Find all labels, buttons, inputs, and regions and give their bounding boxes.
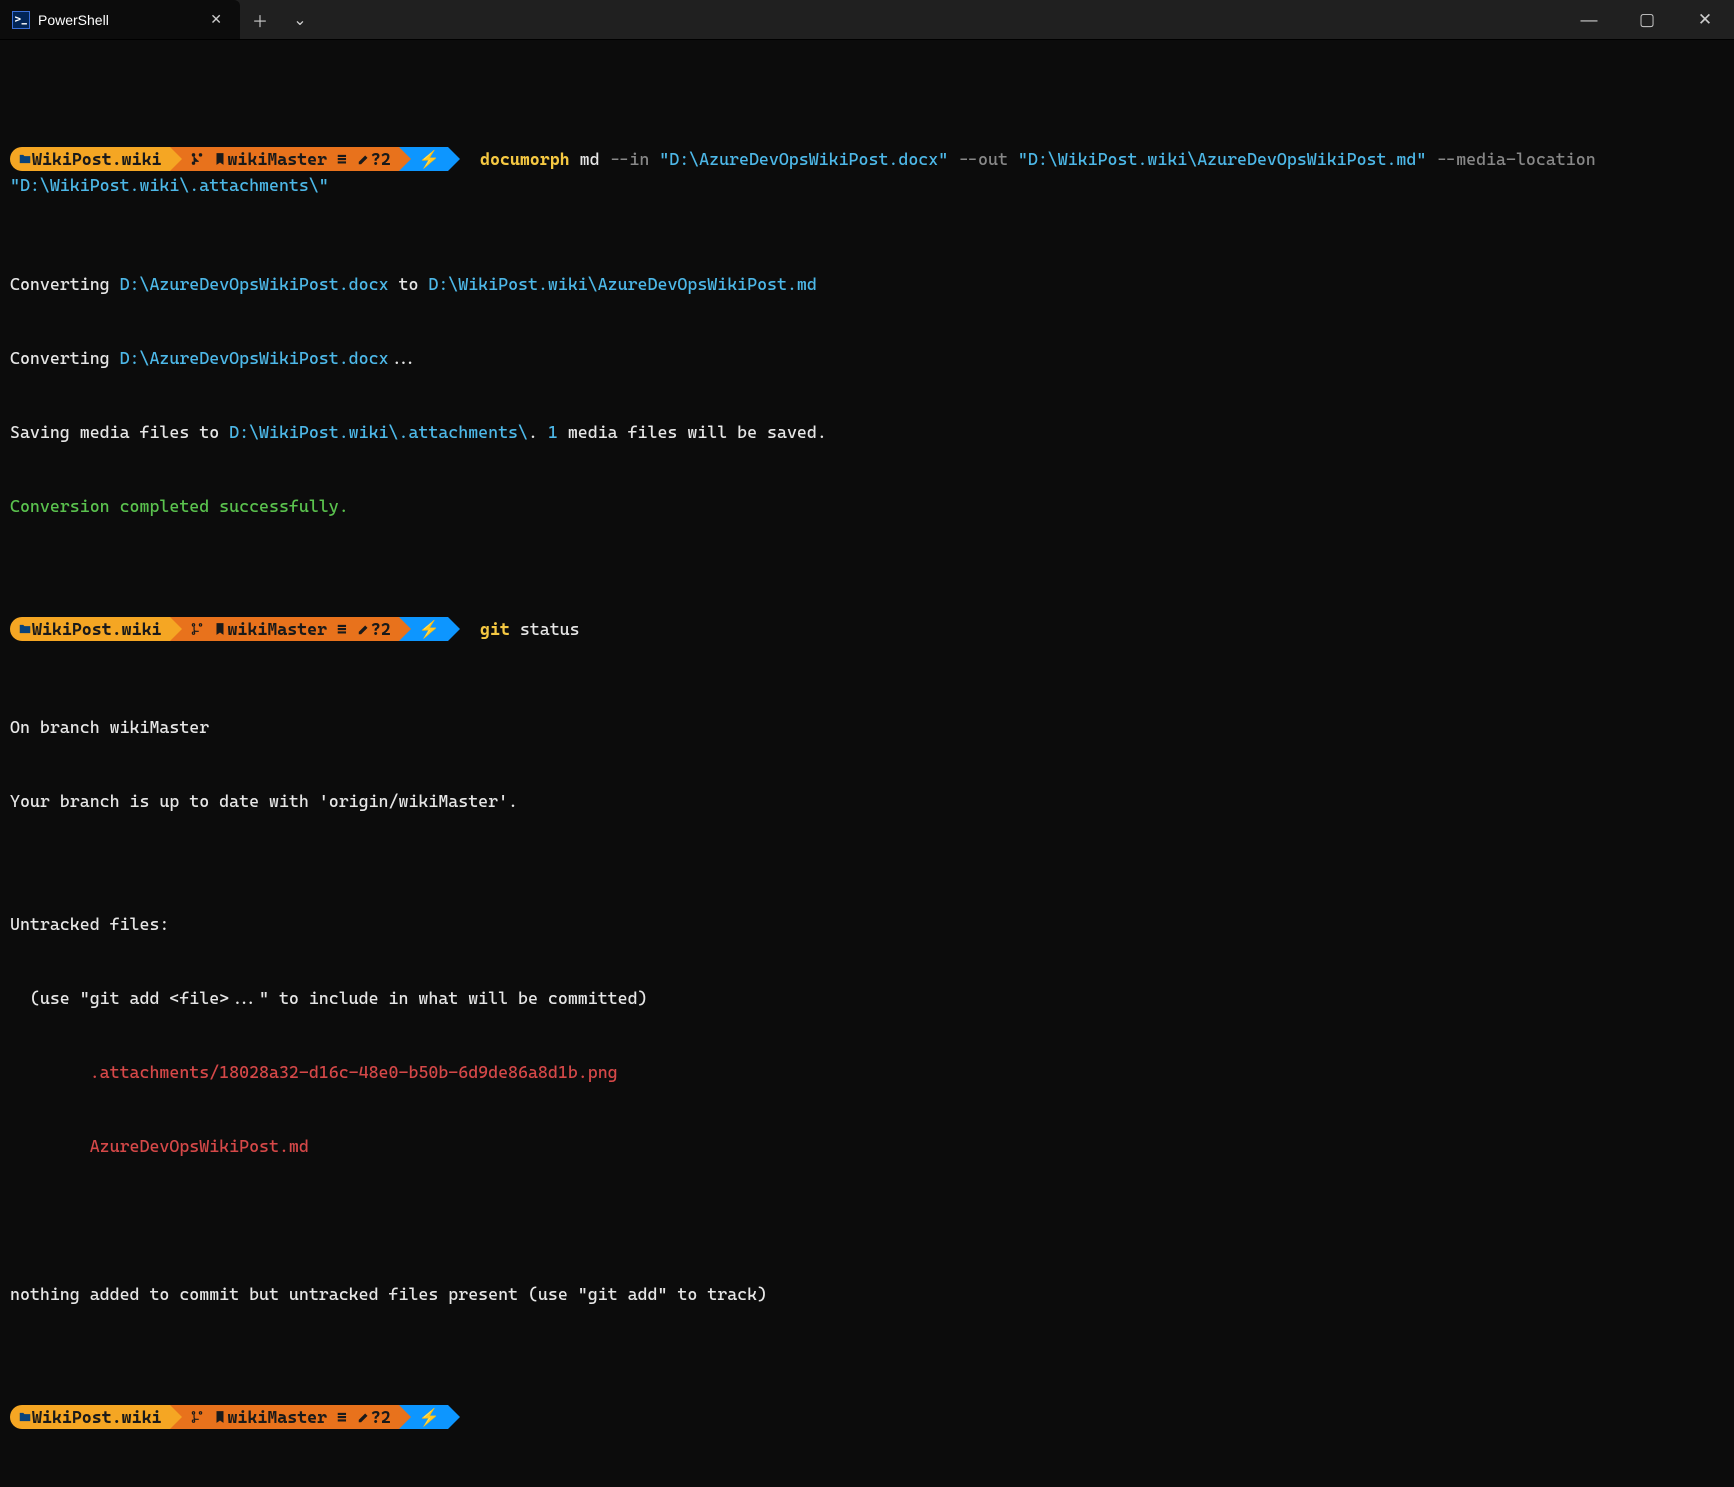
chevron-right-icon xyxy=(448,147,460,171)
lightning-icon: ⚡ xyxy=(419,1405,440,1430)
folder-icon xyxy=(18,1410,32,1424)
bookmark-icon xyxy=(213,1410,227,1424)
prompt-branch-segment: wikiMaster ≡ ?2 xyxy=(182,147,399,171)
git-branch-icon xyxy=(190,152,204,166)
powershell-icon: >_ xyxy=(12,11,30,29)
cmd-arg-in: "D:\AzureDevOpsWikiPost.docx" xyxy=(659,147,948,172)
output-success: Conversion completed successfully. xyxy=(10,494,1724,519)
titlebar: >_ PowerShell ✕ ＋ ⌄ — ▢ ✕ xyxy=(0,0,1734,40)
minimize-button[interactable]: — xyxy=(1560,0,1618,39)
prompt-branch-segment: wikiMaster ≡ ?2 xyxy=(182,617,399,641)
chevron-right-icon xyxy=(448,617,460,641)
cmd-flag-out: --out xyxy=(948,147,1018,172)
untracked-file: .attachments/18028a32-d16c-48e0-b50b-6d9… xyxy=(10,1060,1724,1085)
output-line: Converting D:\AzureDevOpsWikiPost.docx..… xyxy=(10,346,1724,371)
prompt-branch: wikiMaster xyxy=(227,147,327,172)
prompt-path-segment: WikiPost.wiki xyxy=(10,617,170,641)
cmd-exe: git xyxy=(480,617,510,642)
cmd-exe: documorph xyxy=(480,147,570,172)
output-line: Converting D:\AzureDevOpsWikiPost.docx t… xyxy=(10,272,1724,297)
output-line: Your branch is up to date with 'origin/w… xyxy=(10,789,1724,814)
prompt-line-3: WikiPost.wiki wikiMaster ≡ ?2 ⚡ xyxy=(10,1405,1724,1429)
chevron-right-icon xyxy=(448,1405,460,1429)
cmd-arg-out: "D:\WikiPost.wiki\AzureDevOpsWikiPost.md… xyxy=(1018,147,1426,172)
close-tab-button[interactable]: ✕ xyxy=(202,8,230,32)
prompt-admin-segment: ⚡ xyxy=(411,147,448,171)
prompt-path: WikiPost.wiki xyxy=(32,147,162,172)
pencil-icon xyxy=(357,1410,371,1424)
prompt-path-segment: WikiPost.wiki xyxy=(10,147,170,171)
git-branch-icon xyxy=(190,1410,204,1424)
folder-icon xyxy=(18,152,32,166)
bookmark-icon xyxy=(213,622,227,636)
maximize-button[interactable]: ▢ xyxy=(1618,0,1676,39)
tab-powershell[interactable]: >_ PowerShell ✕ xyxy=(0,0,240,39)
chevron-right-icon xyxy=(399,147,411,171)
tab-dropdown-button[interactable]: ⌄ xyxy=(280,0,320,39)
pencil-icon xyxy=(357,622,371,636)
terminal-output[interactable]: WikiPost.wiki wikiMaster ≡ ?2 ⚡ documorp… xyxy=(0,40,1734,1487)
folder-icon xyxy=(18,622,32,636)
cmd-flag-in: --in xyxy=(609,147,659,172)
output-line: nothing added to commit but untracked fi… xyxy=(10,1282,1724,1307)
close-window-button[interactable]: ✕ xyxy=(1676,0,1734,39)
lightning-icon: ⚡ xyxy=(419,147,440,172)
chevron-right-icon xyxy=(399,1405,411,1429)
chevron-right-icon xyxy=(170,1405,182,1429)
chevron-right-icon xyxy=(399,617,411,641)
window-controls: — ▢ ✕ xyxy=(1560,0,1734,39)
output-blank xyxy=(10,1208,1724,1233)
bookmark-icon xyxy=(213,152,227,166)
cmd-args: status xyxy=(510,617,580,642)
prompt-branch-segment: wikiMaster ≡ ?2 xyxy=(182,1405,399,1429)
chevron-right-icon xyxy=(170,617,182,641)
output-line: On branch wikiMaster xyxy=(10,715,1724,740)
lightning-icon: ⚡ xyxy=(419,617,440,642)
pencil-icon xyxy=(357,152,371,166)
output-line: Saving media files to D:\WikiPost.wiki\.… xyxy=(10,420,1724,445)
prompt-line-1: WikiPost.wiki wikiMaster ≡ ?2 ⚡ documorp… xyxy=(10,147,1724,198)
prompt-pending: ?2 xyxy=(371,147,391,172)
git-branch-icon xyxy=(190,622,204,636)
prompt-branch-symbol: ≡ xyxy=(327,147,357,172)
cmd-arg-media: "D:\WikiPost.wiki\.attachments\" xyxy=(10,173,329,198)
output-line: Untracked files: xyxy=(10,912,1724,937)
untracked-file: AzureDevOpsWikiPost.md xyxy=(10,1134,1724,1159)
prompt-line-2: WikiPost.wiki wikiMaster ≡ ?2 ⚡ git stat… xyxy=(10,617,1724,642)
new-tab-button[interactable]: ＋ xyxy=(240,0,280,39)
prompt-path-segment: WikiPost.wiki xyxy=(10,1405,170,1429)
cmd-sub: md xyxy=(570,147,610,172)
chevron-right-icon xyxy=(170,147,182,171)
prompt-admin-segment: ⚡ xyxy=(411,617,448,641)
output-line: (use "git add <file>..." to include in w… xyxy=(10,986,1724,1011)
prompt-admin-segment: ⚡ xyxy=(411,1405,448,1429)
cmd-flag-media: --media-location xyxy=(1426,147,1605,172)
tab-title: PowerShell xyxy=(38,12,109,28)
